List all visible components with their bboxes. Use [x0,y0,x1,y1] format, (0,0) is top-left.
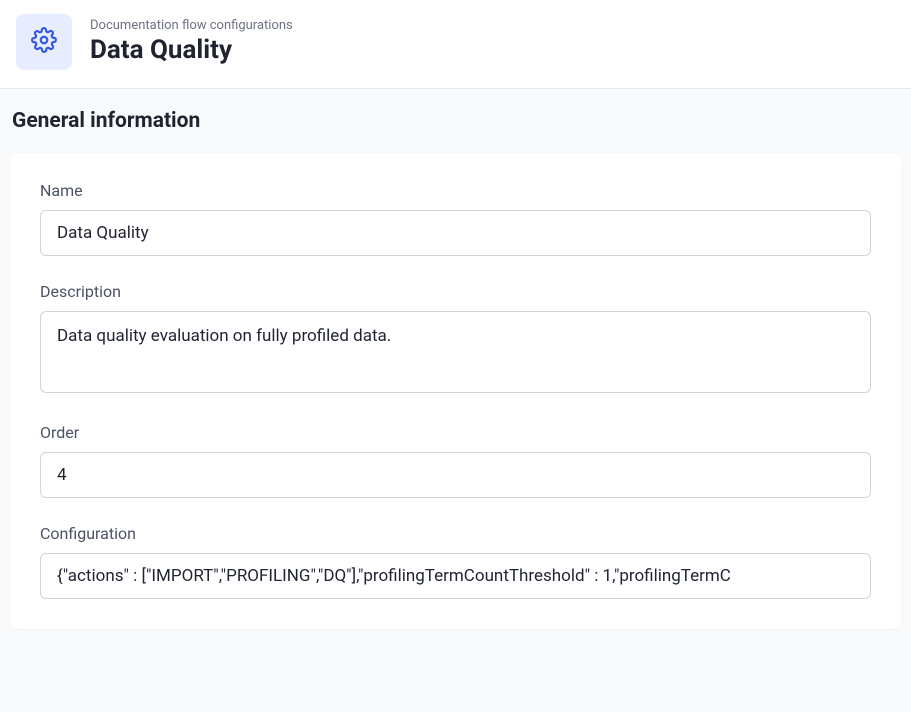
form-group-order: Order [40,423,871,498]
general-information-card: Name Description Order Configuration [10,153,901,629]
section-title: General information [10,109,901,133]
breadcrumb: Documentation flow configurations [90,18,293,33]
header-text: Documentation flow configurations Data Q… [90,18,293,66]
description-input[interactable] [40,311,871,393]
configuration-label: Configuration [40,524,871,543]
name-label: Name [40,181,871,200]
page-header: Documentation flow configurations Data Q… [0,0,911,89]
description-label: Description [40,282,871,301]
form-group-description: Description [40,282,871,397]
header-icon-container [16,14,72,70]
configuration-input[interactable] [40,553,871,599]
name-input[interactable] [40,210,871,256]
order-label: Order [40,423,871,442]
order-input[interactable] [40,452,871,498]
form-group-name: Name [40,181,871,256]
form-group-configuration: Configuration [40,524,871,599]
content-area: General information Name Description Ord… [0,89,911,712]
page-title: Data Quality [90,35,293,66]
gear-icon [31,27,57,57]
